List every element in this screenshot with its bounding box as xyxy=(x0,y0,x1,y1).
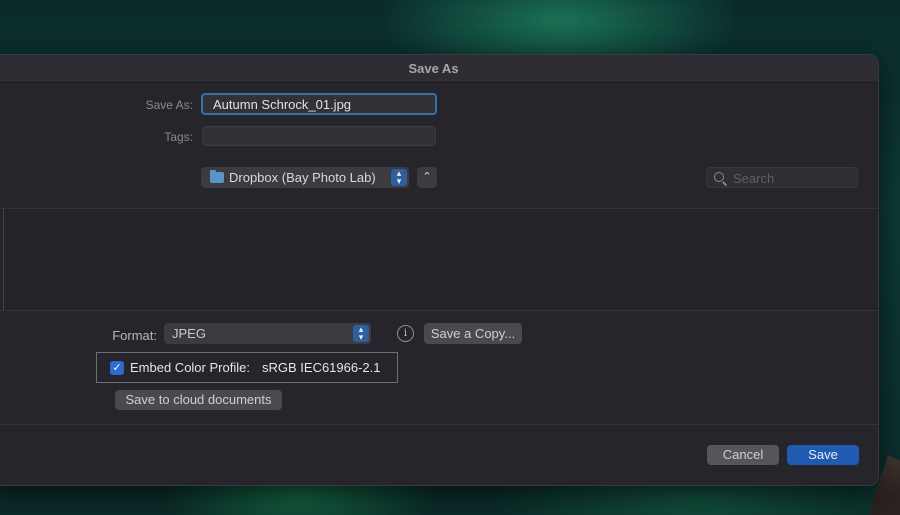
search-placeholder: Search xyxy=(733,171,775,186)
save-button[interactable]: Save xyxy=(787,445,859,465)
format-label: Format: xyxy=(112,328,157,343)
cancel-button[interactable]: Cancel xyxy=(707,445,779,465)
search-field[interactable]: Search xyxy=(706,167,858,188)
folder-icon xyxy=(210,170,224,183)
column-divider[interactable] xyxy=(3,209,4,310)
tags-label: Tags: xyxy=(164,130,193,144)
chevron-up-icon: ⌃ xyxy=(422,171,432,183)
embed-checkbox[interactable]: ✓ xyxy=(110,361,124,375)
location-popup[interactable]: Dropbox (Bay Photo Lab) ▴ ▾ xyxy=(201,167,409,188)
info-button[interactable]: i xyxy=(397,325,414,342)
color-profile-value: sRGB IEC61966-2.1 xyxy=(262,360,381,375)
format-popup[interactable]: JPEG ▴ ▾ xyxy=(164,323,371,344)
embed-color-profile-row: ✓ Embed Color Profile: sRGB IEC61966-2.1 xyxy=(96,352,398,383)
search-icon xyxy=(714,172,724,182)
embed-label: Embed Color Profile: xyxy=(130,360,250,375)
location-label: Dropbox (Bay Photo Lab) xyxy=(229,170,376,185)
tags-input[interactable] xyxy=(202,126,436,146)
save-as-dialog: Save As Save As: Tags: Dropbox (Bay Phot… xyxy=(0,54,879,486)
filename-input[interactable] xyxy=(201,93,437,115)
file-browser[interactable] xyxy=(0,208,878,311)
format-value: JPEG xyxy=(172,326,206,341)
save-as-label: Save As: xyxy=(145,98,193,112)
dialog-title: Save As xyxy=(408,61,459,76)
save-a-copy-button[interactable]: Save a Copy... xyxy=(424,323,522,344)
title-bar[interactable]: Save As xyxy=(0,55,878,83)
popup-stepper-icon: ▴ ▾ xyxy=(391,169,407,186)
popup-stepper-icon: ▴ ▾ xyxy=(353,325,369,342)
save-to-cloud-button[interactable]: Save to cloud documents xyxy=(115,390,282,410)
footer-divider xyxy=(0,424,878,425)
expand-collapse-button[interactable]: ⌃ xyxy=(417,167,437,188)
